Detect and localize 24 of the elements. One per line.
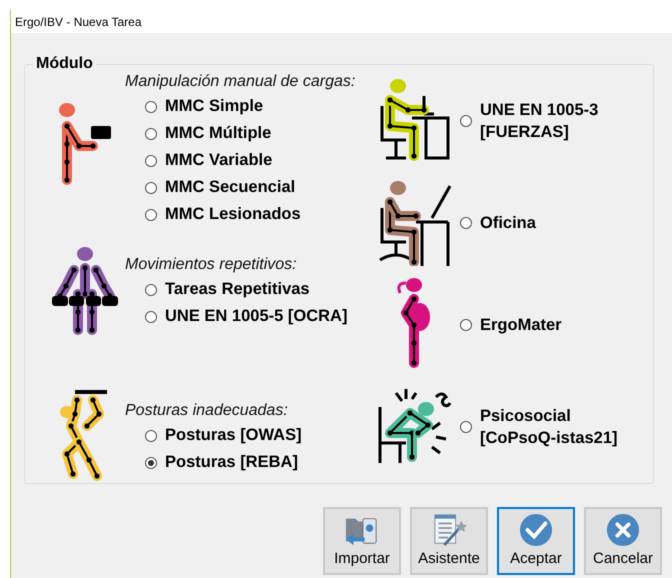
checkmark-icon: [518, 513, 554, 547]
radio-option[interactable]: Posturas [OWAS]: [145, 422, 302, 449]
cancel-button[interactable]: Cancelar: [584, 507, 662, 575]
section-heading: Movimientos repetitivos:: [125, 255, 298, 275]
accept-button[interactable]: Aceptar: [497, 507, 575, 575]
section-heading: Posturas inadecuadas:: [125, 401, 289, 421]
person-with-boxes-icon: [52, 246, 118, 338]
person-at-computer-icon: [376, 180, 452, 266]
radio-option[interactable]: MMC Múltiple: [145, 120, 356, 147]
section-heading: Manipulación manual de cargas:: [125, 72, 356, 92]
radio-option[interactable]: MMC Secuencial: [145, 174, 356, 201]
radio-option[interactable]: ErgoMater: [460, 314, 562, 336]
radio-option[interactable]: Oficina: [460, 212, 536, 234]
radio-option[interactable]: Posturas [REBA]: [145, 449, 302, 476]
radio-option[interactable]: MMC Lesionados: [145, 201, 356, 228]
radio-option[interactable]: UNE EN 1005-3 [FUERZAS]: [460, 99, 598, 143]
radio-option[interactable]: Psicosocial [CoPsoQ-istas21]: [460, 405, 618, 449]
radio-option[interactable]: MMC Variable: [145, 147, 356, 174]
radio-option[interactable]: MMC Simple: [145, 93, 356, 120]
radio-option[interactable]: UNE EN 1005-5 [OCRA]: [145, 303, 348, 330]
wizard-button[interactable]: Asistente: [410, 507, 488, 575]
import-button[interactable]: Importar: [323, 507, 401, 575]
radio-option[interactable]: Tareas Repetitivas: [145, 276, 348, 303]
close-icon: [605, 513, 641, 547]
